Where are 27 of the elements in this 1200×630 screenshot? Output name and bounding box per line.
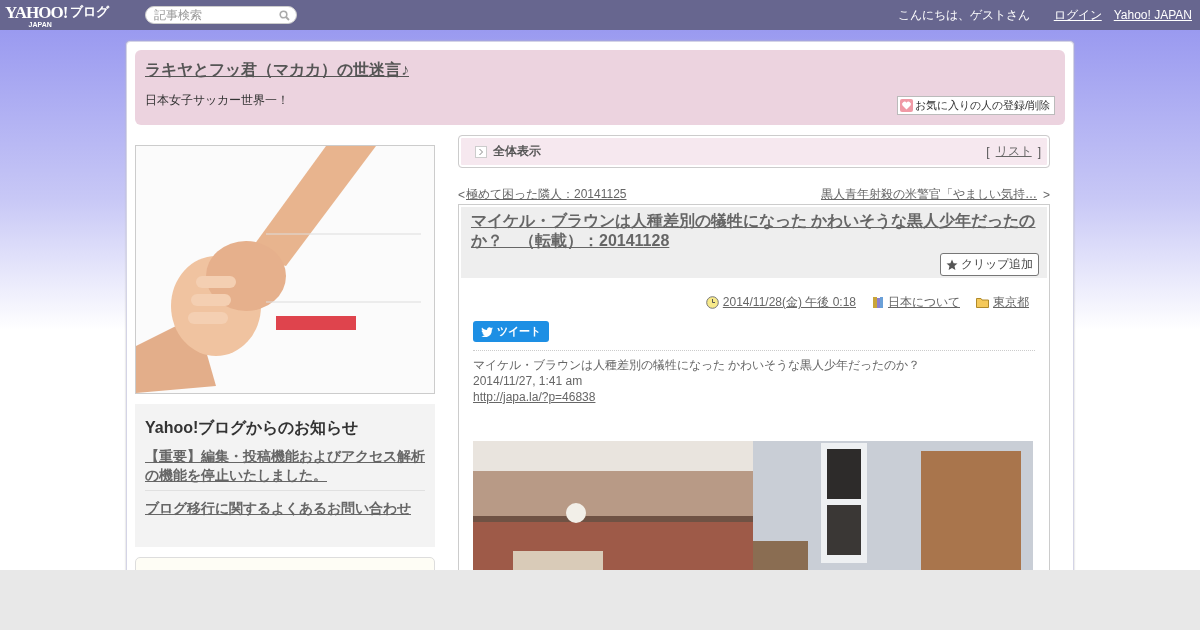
tweet-button[interactable]: ツイート xyxy=(473,321,549,342)
notice-title: Yahoo!ブログからのお知らせ xyxy=(145,418,360,438)
prev-mark: < xyxy=(458,187,465,202)
article-title[interactable]: マイケル・ブラウンは人種差別の犠牲になった かわいそうな黒人少年だったのか？ （転載）：20141128 xyxy=(471,211,1039,251)
date-link[interactable]: 2014/11/28(金) 午後 0:18 xyxy=(722,294,856,311)
source-link[interactable]: http://japa.la/?p=46838 xyxy=(473,389,596,405)
next-mark: > xyxy=(1043,187,1050,202)
bracket-text: [ xyxy=(986,144,990,159)
header-link[interactable]: ログイン xyxy=(1053,6,1102,24)
notice-link[interactable]: ブログ移行に関するよくあるお問い合わせ xyxy=(145,499,425,523)
next-article-link[interactable]: 黒人青年射殺の米警官「やましい気持… xyxy=(821,186,1037,203)
search-field[interactable]: 記事検索 xyxy=(145,6,297,24)
bracket-text: ] xyxy=(1037,144,1041,159)
notice-link[interactable]: 【重要】編集・投稿機能およびアクセス解析の機能を停止いたしました。 xyxy=(145,447,425,491)
body-text: マイケル・ブラウンは人種差別の犠牲になった かわいそうな黒人少年だったのか？ xyxy=(473,357,922,373)
list-link[interactable]: リスト xyxy=(995,143,1032,160)
favorite-button[interactable]: お気に入りの人の登録/削除 xyxy=(896,96,1055,115)
clip-button[interactable]: クリップ追加 xyxy=(940,253,1039,276)
category-link[interactable]: 日本について xyxy=(888,294,960,311)
view-label: 全体表示 xyxy=(493,143,541,160)
blog-title[interactable]: ラキヤとフッ君（マカカ）の世迷言♪ xyxy=(145,60,1055,81)
body-text: 2014/11/27, 1:41 am xyxy=(473,373,584,389)
greeting-text: こんにちは、ゲストさん xyxy=(897,6,1030,24)
blog-description: 日本女子サッカー世界一！ xyxy=(145,92,289,109)
location-link[interactable]: 東京都 xyxy=(993,294,1029,311)
prev-article-link[interactable]: 極めて困った隣人：20141125 xyxy=(466,186,627,203)
header-link[interactable]: Yahoo! JAPAN xyxy=(1113,8,1192,22)
